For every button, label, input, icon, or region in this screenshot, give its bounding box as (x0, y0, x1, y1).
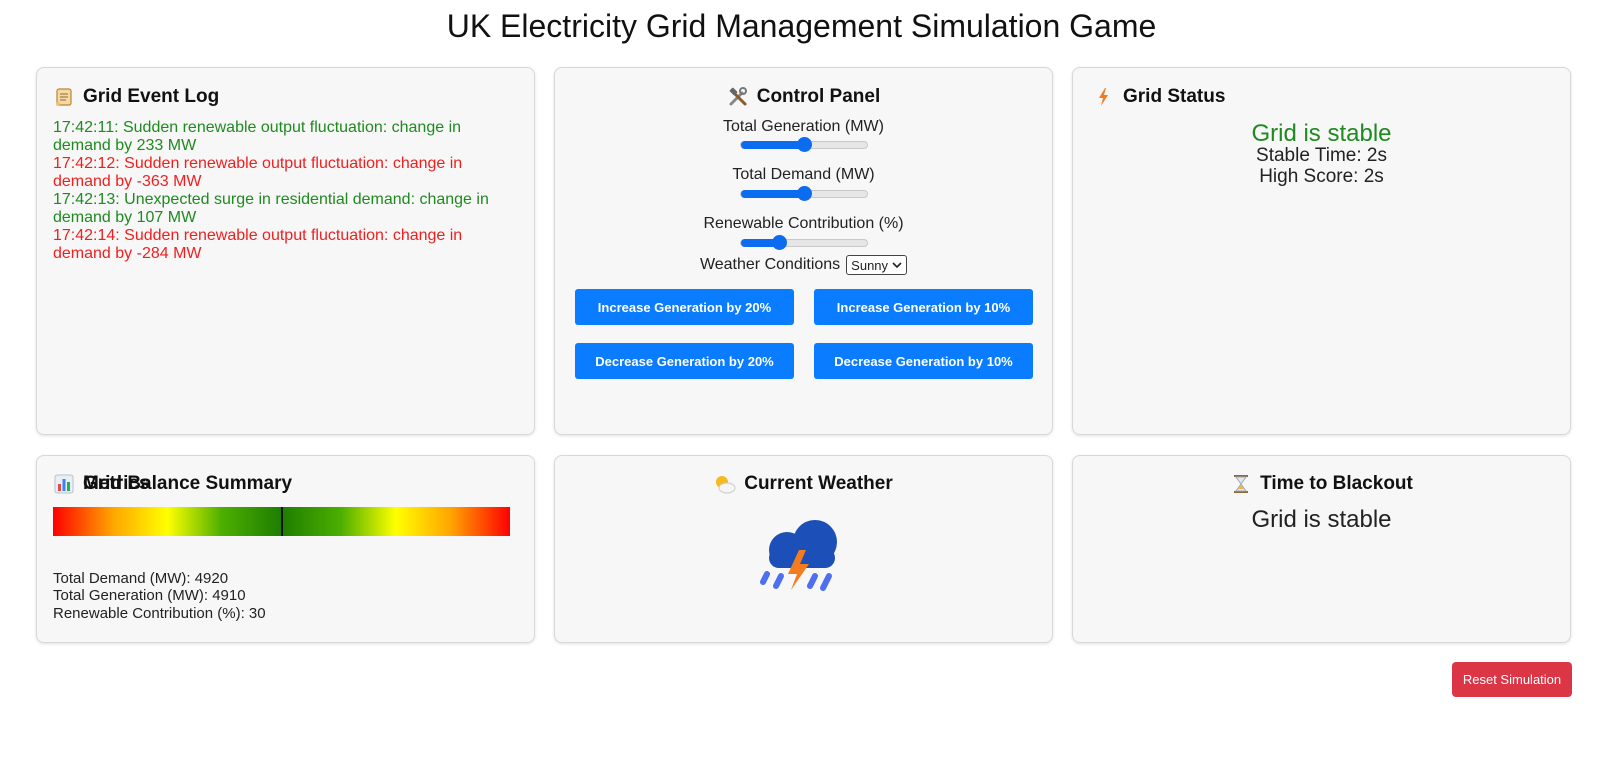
grid-status-text: Grid is stable (1251, 120, 1392, 147)
current-weather-title: Current Weather (744, 473, 893, 494)
balance-marker (280, 507, 283, 536)
blackout-status-text: Grid is stable (1251, 506, 1392, 533)
weather-conditions-label: Weather Conditions (699, 256, 841, 273)
demand-slider-label: Total Demand (MW) (732, 166, 875, 183)
weather-select[interactable]: Sunny (846, 255, 908, 275)
lightning-icon (1099, 88, 1108, 106)
scroll-icon (56, 88, 72, 106)
slider-fill (741, 190, 804, 198)
page-title: UK Electricity Grid Management Simulatio… (446, 8, 1157, 44)
slider-knob[interactable] (771, 235, 787, 250)
time-to-blackout-title: Time to Blackout (1260, 473, 1413, 494)
log-entry: 17:42:14: Sudden renewable output fluctu… (53, 227, 463, 262)
grid-status-title: Grid Status (1123, 86, 1226, 107)
current-weather-panel: Current Weather (554, 455, 1053, 643)
balance-gradient-bar (53, 507, 510, 536)
metrics-heading: Metrics (53, 473, 150, 495)
high-score: High Score: 2s (1259, 166, 1384, 187)
grid-balance-panel: Grid Balance Summary Metrics Total Deman… (36, 455, 535, 643)
metric-total-demand: Total Demand (MW): 4920 (53, 570, 229, 587)
stable-time: Stable Time: 2s (1256, 145, 1387, 166)
slider-fill (741, 141, 804, 149)
chevron-down-icon (892, 262, 902, 269)
generation-slider-label: Total Generation (MW) (723, 118, 884, 135)
control-panel: Control Panel Total Generation (MW) Tota… (554, 67, 1053, 435)
slider-knob[interactable] (797, 186, 812, 201)
slider-knob[interactable] (797, 137, 812, 152)
time-to-blackout-heading: Time to Blackout (1073, 473, 1570, 495)
current-weather-heading: Current Weather (555, 473, 1052, 495)
log-entry: 17:42:11: Sudden renewable output fluctu… (53, 119, 462, 154)
event-log-title: Grid Event Log (83, 86, 220, 107)
hourglass-icon (1234, 475, 1249, 493)
increase-generation-20-button[interactable]: Increase Generation by 20% (575, 289, 794, 325)
time-to-blackout-panel: Time to Blackout Grid is stable (1072, 455, 1571, 643)
event-log-panel: Grid Event Log 17:42:11: Sudden renewabl… (36, 67, 535, 435)
thunderstorm-icon (760, 520, 837, 591)
generation-slider[interactable] (740, 137, 868, 152)
increase-generation-10-button[interactable]: Increase Generation by 10% (814, 289, 1033, 325)
control-panel-heading: Control Panel (555, 86, 1052, 108)
event-log-list: 17:42:11: Sudden renewable output fluctu… (53, 119, 503, 263)
log-entry: 17:42:13: Unexpected surge in residentia… (53, 191, 489, 226)
control-panel-title: Control Panel (756, 86, 881, 107)
grid-status-heading: Grid Status (1093, 86, 1225, 108)
weather-conditions-row: Weather Conditions Sunny (555, 255, 1052, 275)
reset-simulation-button[interactable]: Reset Simulation (1452, 662, 1572, 697)
renewable-slider[interactable] (740, 235, 868, 250)
decrease-generation-20-button[interactable]: Decrease Generation by 20% (575, 343, 794, 379)
metric-renewable-contribution: Renewable Contribution (%): 30 (53, 605, 266, 622)
tools-icon (729, 87, 747, 106)
renewable-slider-label: Renewable Contribution (%) (703, 215, 904, 232)
metric-total-generation: Total Generation (MW): 4910 (53, 587, 246, 604)
decrease-generation-10-button[interactable]: Decrease Generation by 10% (814, 343, 1033, 379)
bar-chart-icon (54, 474, 74, 494)
metrics-title: Metrics (83, 473, 150, 494)
log-entry: 17:42:12: Sudden renewable output fluctu… (53, 155, 463, 190)
event-log-heading: Grid Event Log (53, 86, 219, 108)
sun-behind-cloud-icon (716, 476, 736, 494)
demand-slider[interactable] (740, 186, 868, 201)
weather-select-value: Sunny (851, 257, 889, 273)
grid-status-panel: Grid Status Grid is stable Stable Time: … (1072, 67, 1571, 435)
